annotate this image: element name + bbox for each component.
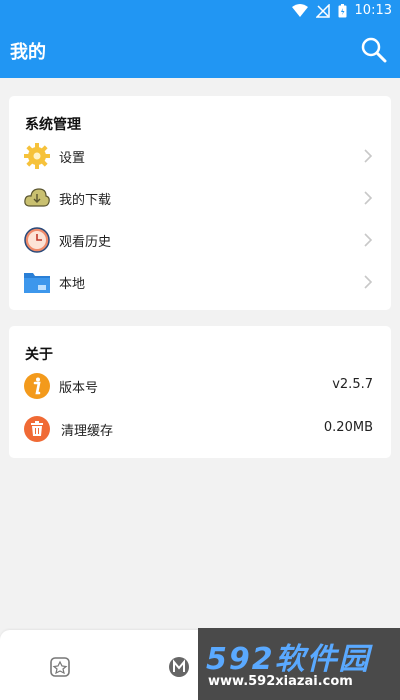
watch-history-item[interactable]: 观看历史: [9, 220, 391, 260]
about-card: 关于 版本号 v2.5.7 清理缓存 0.20MB: [9, 326, 391, 458]
clear-cache-label: 清理缓存: [61, 424, 114, 439]
clear-cache-item[interactable]: 清理缓存 0.20MB: [9, 409, 391, 449]
wifi-icon: [291, 3, 308, 17]
watch-history-label: 观看历史: [59, 235, 112, 250]
my-downloads-label: 我的下载: [59, 193, 112, 208]
status-bar: 10:13: [0, 0, 400, 24]
settings-label: 设置: [59, 151, 86, 166]
gear-icon: [24, 143, 50, 169]
watermark-brand: 592软件园: [206, 642, 371, 677]
status-icons: 10:13: [291, 3, 392, 18]
version-value: v2.5.7: [332, 377, 373, 392]
chevron-right-icon: [364, 149, 373, 163]
folder-icon: [24, 273, 50, 293]
chevron-right-icon: [364, 233, 373, 247]
my-downloads-item[interactable]: 我的下载: [9, 178, 391, 218]
section-title-system: 系统管理: [25, 117, 81, 133]
search-icon[interactable]: [360, 36, 388, 64]
watermark-logo: 592软件园 www.592xiazai.com: [198, 628, 400, 700]
cache-size-value: 0.20MB: [323, 420, 373, 435]
trash-icon: [24, 416, 50, 442]
version-item: 版本号 v2.5.7: [9, 366, 391, 406]
system-management-card: 系统管理 设置 我的下载 观看历史 本地: [9, 96, 391, 310]
page-title: 我的: [10, 42, 46, 63]
download-cloud-icon: [24, 188, 50, 207]
local-item[interactable]: 本地: [9, 262, 391, 302]
version-label: 版本号: [59, 381, 99, 396]
no-signal-icon: [315, 3, 330, 18]
chevron-right-icon: [364, 275, 373, 289]
clock-icon: [24, 227, 50, 253]
settings-item[interactable]: 设置: [9, 136, 391, 176]
watermark-url: www.592xiazai.com: [208, 674, 353, 689]
tab-home-icon[interactable]: [49, 656, 71, 678]
status-time: 10:13: [354, 3, 392, 18]
info-icon: [24, 373, 50, 399]
app-bar: 我的: [0, 24, 400, 78]
tab-mine-icon[interactable]: [168, 656, 190, 678]
section-title-about: 关于: [25, 347, 53, 363]
battery-icon: [338, 3, 347, 17]
chevron-right-icon: [364, 191, 373, 205]
local-label: 本地: [59, 277, 86, 292]
